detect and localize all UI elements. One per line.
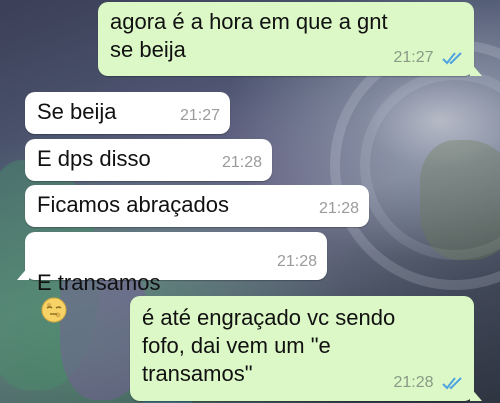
message-text: Ficamos abraçados	[37, 192, 229, 217]
message-bubble-incoming[interactable]: E transamos 21:28	[17, 232, 327, 323]
double-check-read-icon	[442, 52, 462, 65]
message-bubble-incoming[interactable]: Ficamos abraçados 21:28	[25, 185, 369, 227]
message-bubble-incoming[interactable]: Se beija 21:27	[25, 92, 230, 134]
message-bubble-outgoing[interactable]: agora é a hora em que a gnt se beija 21:…	[98, 2, 482, 76]
message-text: agora é a hora em que a gnt se beija	[110, 9, 388, 62]
moon-face-emoji-icon	[41, 297, 67, 323]
message-bubble-outgoing[interactable]: é até engraçado vc sendo fofo, dai vem u…	[130, 296, 482, 401]
double-check-read-icon	[442, 377, 462, 390]
message-time: 21:27	[179, 107, 220, 124]
message-time: 21:27	[393, 49, 434, 66]
message-text: Se beija	[37, 99, 117, 124]
message-time: 21:28	[221, 154, 262, 171]
message-time: 21:28	[276, 253, 317, 270]
message-text: é até engraçado vc sendo fofo, dai vem u…	[142, 305, 396, 386]
message-time: 21:28	[318, 200, 359, 217]
message-time: 21:28	[393, 374, 434, 391]
message-bubble-incoming[interactable]: E dps disso 21:28	[25, 139, 272, 181]
message-text: E transamos	[37, 270, 161, 295]
message-text: E dps disso	[37, 146, 151, 171]
